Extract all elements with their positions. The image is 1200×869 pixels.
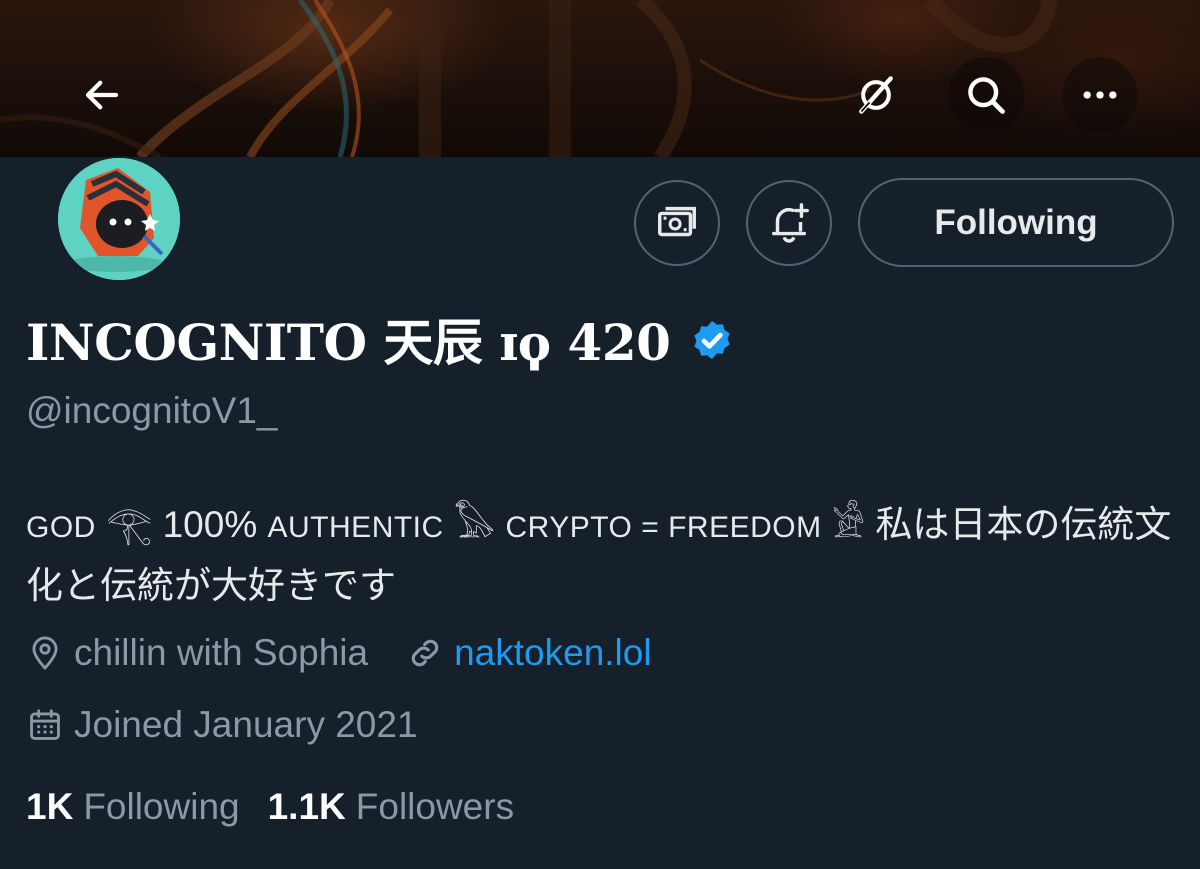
follow-counts: 1K Following 1.1K Followers [26, 786, 514, 828]
grok-button[interactable] [838, 57, 914, 133]
eye-of-horus-glyph: 𓂀 [106, 504, 153, 545]
website-link[interactable]: naktoken.lol [454, 632, 651, 674]
bio-text-percent: 100% [162, 504, 258, 545]
handle: @incognitoV1_ [26, 390, 278, 431]
search-icon [968, 77, 1005, 114]
joined-date: Joined January 2021 [74, 704, 418, 745]
tip-button[interactable] [634, 180, 720, 266]
money-icon [658, 206, 696, 237]
link-icon [406, 634, 444, 672]
bell-plus-icon [771, 203, 809, 243]
calendar-icon [26, 706, 64, 744]
avatar-artwork [58, 158, 180, 280]
notifications-button[interactable] [746, 180, 832, 266]
avatar[interactable] [56, 156, 182, 282]
bio-text-authentic: AUTHENTIC [267, 511, 444, 544]
display-name: INCOGNITO 天辰 ɪϙ 420 [26, 313, 671, 372]
grok-slash-icon [859, 76, 893, 114]
avatar-image [58, 158, 180, 280]
bio-text-god: GOD [26, 511, 96, 544]
verified-badge-icon[interactable] [688, 316, 736, 364]
seated-figure-glyph: 𓀀 [831, 504, 866, 545]
followers-count: 1.1K [267, 786, 346, 827]
profile-meta-joined-row: Joined January 2021 [26, 704, 418, 746]
bio: GOD 𓂀 100% AUTHENTIC 𓅃 CRYPTO = FREEDOM … [26, 496, 1176, 615]
following-count-link[interactable]: 1K Following [26, 786, 240, 828]
more-dots-icon [1083, 91, 1117, 99]
arrow-left-icon [85, 80, 119, 110]
profile-banner[interactable] [0, 0, 1200, 157]
followers-count-label: Followers [355, 786, 515, 827]
back-button[interactable] [64, 57, 140, 133]
search-button[interactable] [948, 57, 1024, 133]
following-count: 1K [26, 786, 74, 827]
bio-text-crypto: CRYPTO = FREEDOM [505, 511, 822, 544]
profile-meta-location-row: chillin with Sophia naktoken.lol [26, 632, 652, 674]
following-count-label: Following [83, 786, 240, 827]
location-pin-icon [26, 634, 64, 672]
following-button-label: Following [934, 202, 1098, 242]
following-button[interactable]: Following [858, 178, 1174, 267]
followers-count-link[interactable]: 1.1K Followers [268, 786, 514, 828]
location-text: chillin with Sophia [74, 632, 369, 673]
more-options-button[interactable] [1062, 57, 1138, 133]
falcon-glyph: 𓅃 [453, 504, 496, 545]
